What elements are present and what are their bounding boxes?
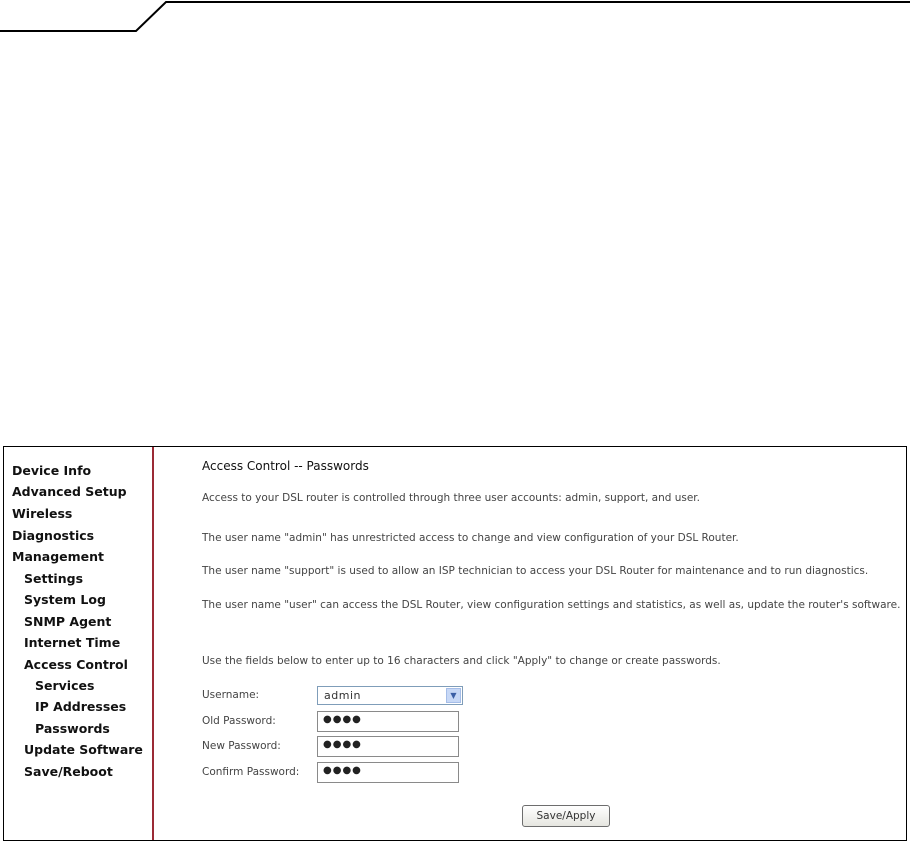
chevron-down-icon[interactable]: ▼ — [446, 688, 461, 703]
sidebar-item-system-log[interactable]: System Log — [24, 592, 106, 607]
sidebar-item-wireless[interactable]: Wireless — [12, 506, 72, 521]
username-label: Username: — [202, 689, 260, 701]
page-title: Access Control -- Passwords — [202, 459, 369, 473]
sidebar-item-diagnostics[interactable]: Diagnostics — [12, 528, 94, 543]
sidebar-item-internet-time[interactable]: Internet Time — [24, 635, 120, 650]
sidebar-item-settings[interactable]: Settings — [24, 571, 83, 586]
sidebar-item-services[interactable]: Services — [35, 678, 94, 693]
old-password-label: Old Password: — [202, 715, 276, 727]
sidebar-item-passwords[interactable]: Passwords — [35, 721, 110, 736]
support-paragraph: The user name "support" is used to allow… — [202, 565, 869, 577]
new-password-label: New Password: — [202, 740, 281, 752]
main-content: Access Control -- Passwords Access to yo… — [154, 447, 906, 840]
sidebar-item-update-software[interactable]: Update Software — [24, 742, 143, 757]
sidebar-item-management[interactable]: Management — [12, 549, 104, 564]
confirm-password-label: Confirm Password: — [202, 766, 300, 778]
username-select-value: admin — [324, 689, 361, 702]
username-select[interactable]: admin ▼ — [317, 686, 463, 705]
router-config-panel: Device Info Advanced Setup Wireless Diag… — [3, 446, 907, 841]
sidebar-item-advanced-setup[interactable]: Advanced Setup — [12, 484, 127, 499]
admin-paragraph: The user name "admin" has unrestricted a… — [202, 532, 739, 544]
sidebar-item-device-info[interactable]: Device Info — [12, 463, 91, 478]
old-password-field[interactable]: ●●●● — [317, 711, 459, 732]
sidebar-nav: Device Info Advanced Setup Wireless Diag… — [4, 447, 152, 840]
user-paragraph: The user name "user" can access the DSL … — [202, 599, 901, 611]
confirm-password-field[interactable]: ●●●● — [317, 762, 459, 783]
sidebar-item-ip-addresses[interactable]: IP Addresses — [35, 699, 126, 714]
sidebar-item-save-reboot[interactable]: Save/Reboot — [24, 764, 113, 779]
instructions-paragraph: Use the fields below to enter up to 16 c… — [202, 655, 721, 667]
save-apply-button[interactable]: Save/Apply — [522, 805, 610, 827]
header-decoration — [0, 1, 910, 32]
sidebar-item-snmp-agent[interactable]: SNMP Agent — [24, 614, 111, 629]
sidebar-item-access-control[interactable]: Access Control — [24, 657, 128, 672]
new-password-field[interactable]: ●●●● — [317, 736, 459, 757]
intro-paragraph: Access to your DSL router is controlled … — [202, 492, 701, 504]
